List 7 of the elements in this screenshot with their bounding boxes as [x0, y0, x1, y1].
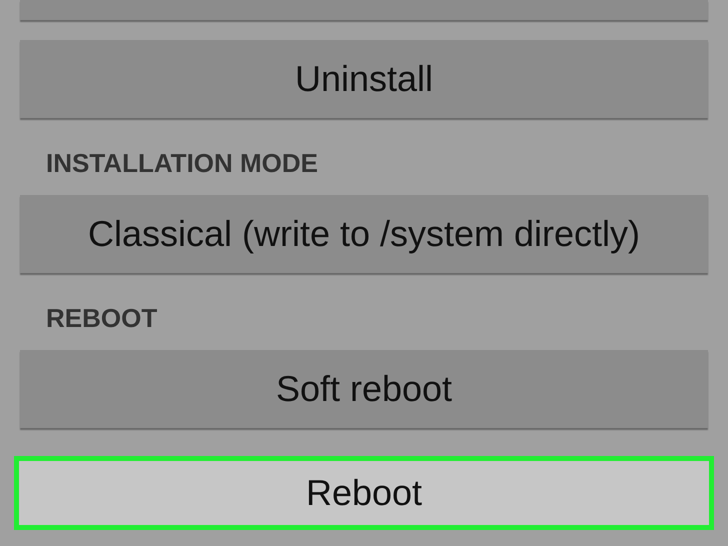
menu-button[interactable]: [20, 0, 708, 20]
menu-button[interactable]: Reboot: [14, 456, 714, 530]
section-header: REBOOT: [46, 303, 158, 333]
menu-button[interactable]: Soft reboot: [20, 350, 708, 428]
menu-button[interactable]: Uninstall: [20, 40, 708, 118]
menu-button[interactable]: Classical (write to /system directly): [20, 195, 708, 273]
section-header: INSTALLATION MODE: [46, 148, 318, 178]
